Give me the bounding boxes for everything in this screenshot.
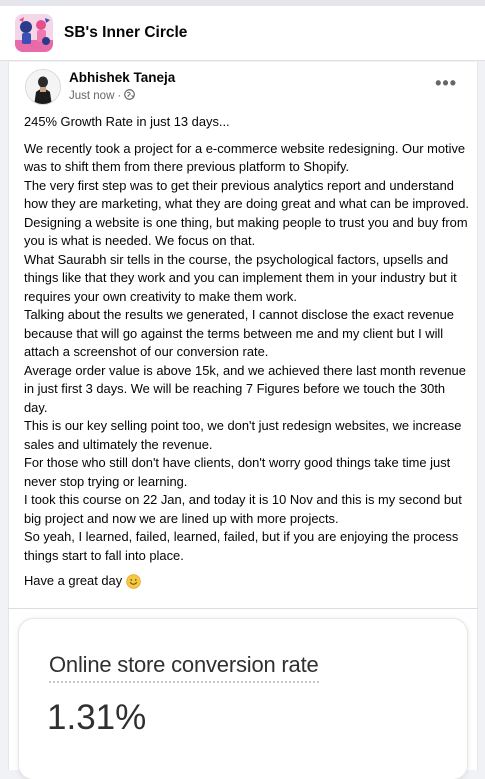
- smiling-face-emoji-icon: [126, 574, 141, 589]
- author-avatar[interactable]: [25, 69, 61, 105]
- post-header: Abhishek Taneja Just now · •••: [9, 62, 479, 112]
- group-cover-icon: [15, 14, 53, 52]
- post-time[interactable]: Just now: [69, 90, 114, 102]
- post-headline: 245% Growth Rate in just 13 days...: [24, 114, 230, 129]
- more-options-icon[interactable]: •••: [435, 74, 457, 92]
- group-name[interactable]: SB's Inner Circle: [64, 24, 187, 42]
- post-body: 245% Growth Rate in just 13 days... We r…: [24, 113, 472, 591]
- group-avatar[interactable]: [15, 14, 53, 52]
- author-name[interactable]: Abhishek Taneja: [69, 70, 175, 85]
- conversion-rate-value: 1.31%: [47, 698, 147, 737]
- globe-icon[interactable]: [124, 89, 136, 103]
- conversion-rate-title: Online store conversion rate: [49, 652, 319, 683]
- meta-separator: ·: [117, 90, 122, 102]
- post-signoff: Have a great day: [24, 572, 472, 591]
- post-card: Abhishek Taneja Just now · ••• 245% Grow…: [8, 62, 478, 610]
- signoff-text: Have a great day: [24, 573, 123, 588]
- post-meta: Just now ·: [69, 89, 136, 103]
- attachment-screenshot[interactable]: Online store conversion rate 1.31%: [19, 619, 467, 779]
- group-header: SB's Inner Circle: [0, 6, 485, 61]
- post-text: We recently took a project for a e-comme…: [24, 140, 469, 563]
